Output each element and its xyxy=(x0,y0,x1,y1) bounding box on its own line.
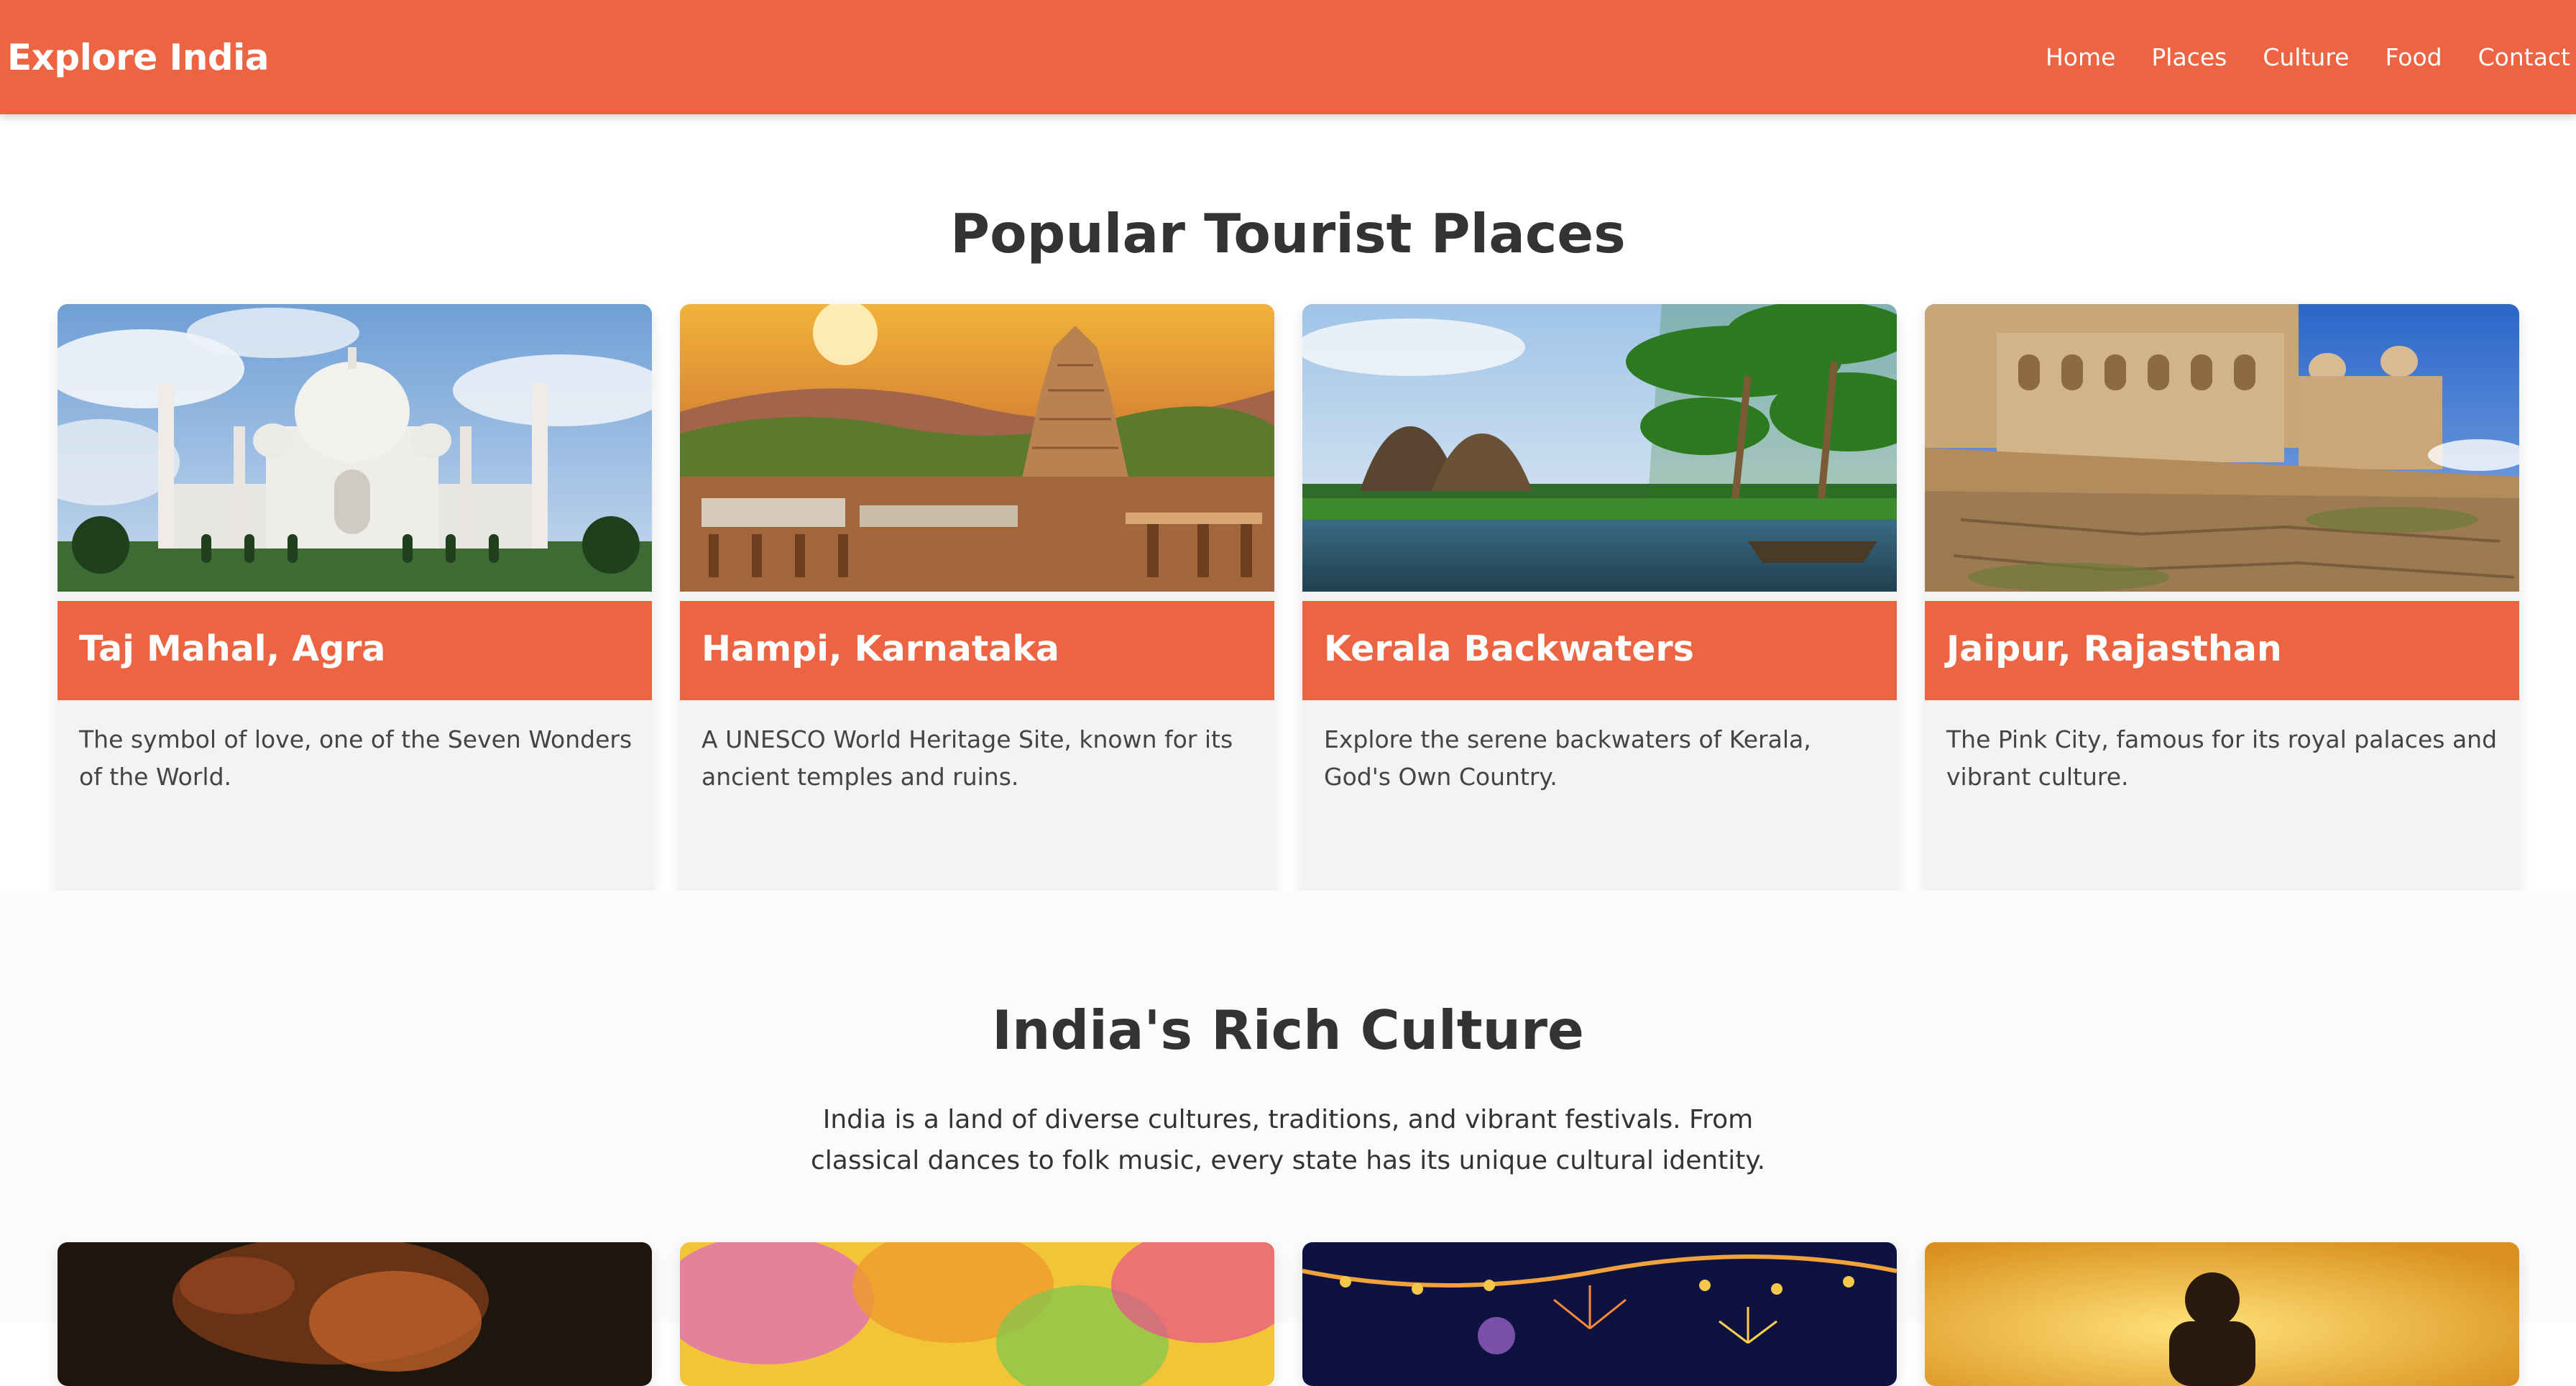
culture-description: India is a land of diverse cultures, tra… xyxy=(810,1105,1766,1175)
kerala-backwaters-photo xyxy=(1302,304,1897,592)
culture-card-diwali[interactable] xyxy=(1302,1242,1897,1386)
places-section: Popular Tourist Places Taj Mahal, Agra T… xyxy=(0,114,2576,930)
holi-colors-photo xyxy=(680,1242,1274,1386)
nav-links: Home Places Culture Food Contact xyxy=(2010,0,2576,114)
culture-card-yoga[interactable] xyxy=(1925,1242,2519,1386)
place-card-title: Hampi, Karnataka xyxy=(680,601,1274,700)
places-title: Popular Tourist Places xyxy=(950,202,1626,265)
place-card-description: The Pink City, famous for its royal pala… xyxy=(1946,725,2498,791)
place-card-title: Kerala Backwaters xyxy=(1302,601,1897,700)
place-card-hampi[interactable]: Hampi, Karnataka A UNESCO World Heritage… xyxy=(680,304,1274,930)
nav-link-home[interactable]: Home xyxy=(2046,43,2115,71)
jaipur-fort-photo xyxy=(1925,304,2519,592)
nav-link-contact[interactable]: Contact xyxy=(2478,43,2570,71)
place-card-kerala[interactable]: Kerala Backwaters Explore the serene bac… xyxy=(1302,304,1897,930)
nav-link-culture[interactable]: Culture xyxy=(2263,43,2349,71)
navbar: Explore India Home Places Culture Food C… xyxy=(0,0,2576,114)
diwali-fireworks-photo xyxy=(1302,1242,1897,1386)
hampi-temple-photo xyxy=(680,304,1274,592)
place-card-jaipur[interactable]: Jaipur, Rajasthan The Pink City, famous … xyxy=(1925,304,2519,930)
culture-card-holi[interactable] xyxy=(680,1242,1274,1386)
place-card-title: Jaipur, Rajasthan xyxy=(1925,601,2519,700)
nav-link-places[interactable]: Places xyxy=(2151,43,2227,71)
culture-section: India's Rich Culture India is a land of … xyxy=(0,891,2576,1386)
place-card-taj-mahal[interactable]: Taj Mahal, Agra The symbol of love, one … xyxy=(58,304,652,930)
brand-logo[interactable]: Explore India xyxy=(7,37,270,78)
place-card-description: A UNESCO World Heritage Site, known for … xyxy=(702,725,1233,791)
place-card-description: Explore the serene backwaters of Kerala,… xyxy=(1324,725,1811,791)
place-card-description: The symbol of love, one of the Seven Won… xyxy=(79,725,632,791)
dance-photo xyxy=(58,1242,652,1386)
culture-card-dance[interactable] xyxy=(58,1242,652,1386)
yoga-sunset-photo xyxy=(1925,1242,2519,1386)
place-card-title: Taj Mahal, Agra xyxy=(58,601,652,700)
nav-link-food[interactable]: Food xyxy=(2385,43,2442,71)
culture-title: India's Rich Culture xyxy=(992,999,1584,1062)
taj-mahal-photo xyxy=(58,304,652,592)
